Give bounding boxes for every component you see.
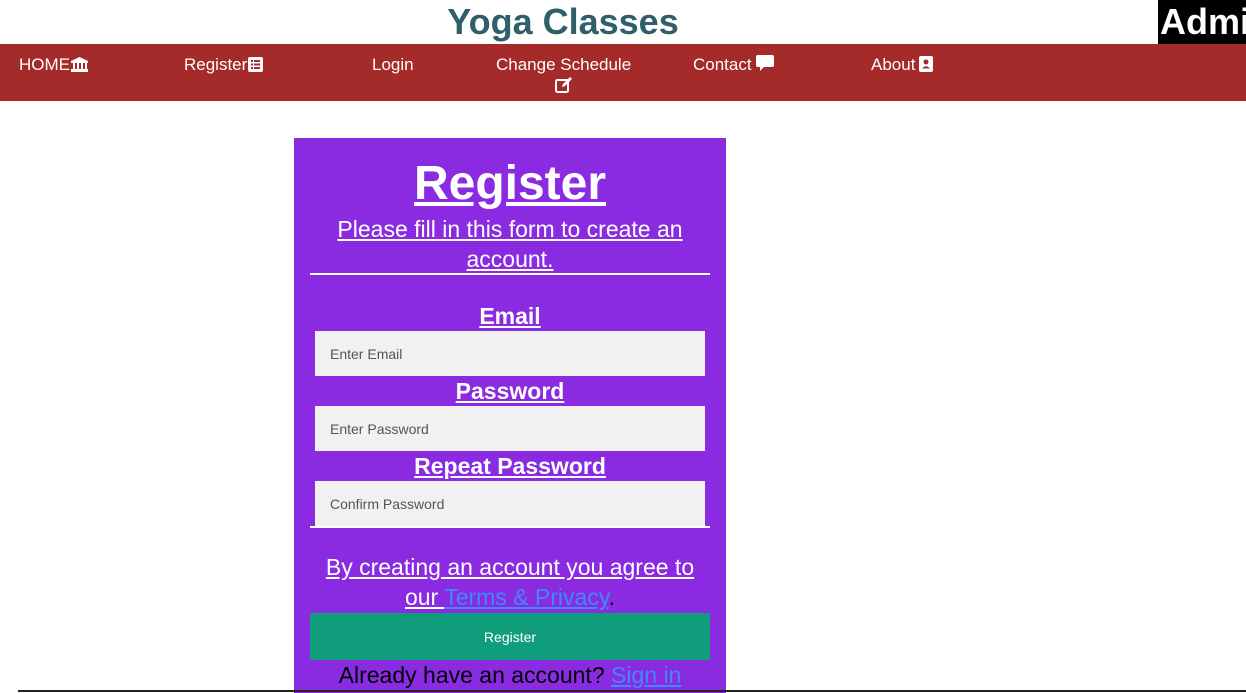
- terms-period: .: [608, 584, 616, 610]
- nav-login-label: Login: [372, 55, 414, 74]
- divider-top: [310, 273, 710, 275]
- nav-register[interactable]: Register: [184, 54, 264, 75]
- nav-about-label: About: [871, 55, 916, 74]
- site-title: Yoga Classes: [447, 1, 679, 42]
- register-card: Register Please fill in this form to cre…: [294, 138, 726, 693]
- repeat-password-label: Repeat Password: [414, 453, 606, 479]
- signin-line: Already have an account? Sign in: [310, 660, 710, 690]
- nav-contact[interactable]: Contact: [693, 54, 774, 75]
- nav-change-schedule[interactable]: Change Schedule: [496, 54, 632, 96]
- form-title: Register: [413, 157, 607, 210]
- repeat-password-field[interactable]: [315, 481, 705, 526]
- nav-register-label: Register: [184, 55, 248, 74]
- terms-privacy-link[interactable]: Terms & Privacy: [444, 584, 608, 610]
- admin-link[interactable]: Admi: [1158, 0, 1246, 44]
- bottom-border: [18, 690, 1246, 692]
- nav-change-schedule-label: Change Schedule: [496, 55, 632, 74]
- nav-login[interactable]: Login: [372, 54, 414, 75]
- nav-about[interactable]: About: [871, 54, 934, 75]
- contact-card-icon: [919, 56, 934, 72]
- nav-contact-label: Contact: [693, 55, 752, 74]
- edit-icon: [554, 77, 572, 93]
- signin-link[interactable]: Sign in: [611, 662, 681, 688]
- bank-icon: [71, 57, 88, 72]
- list-icon: [248, 57, 264, 72]
- nav-home[interactable]: HOME: [19, 54, 88, 75]
- email-label: Email: [479, 303, 541, 329]
- email-field[interactable]: [315, 331, 705, 376]
- form-subtitle: Please fill in this form to create an ac…: [337, 216, 683, 272]
- password-label: Password: [455, 378, 565, 404]
- nav-home-label: HOME: [19, 55, 70, 74]
- password-field[interactable]: [315, 406, 705, 451]
- comment-icon: [755, 55, 774, 71]
- navbar: HOME Register Login Change Schedule Cont…: [0, 44, 1246, 101]
- signin-prefix: Already have an account?: [338, 662, 612, 688]
- divider-bottom: [310, 526, 710, 528]
- register-button[interactable]: Register: [310, 613, 710, 660]
- terms-text: By creating an account you agree to our …: [310, 552, 710, 612]
